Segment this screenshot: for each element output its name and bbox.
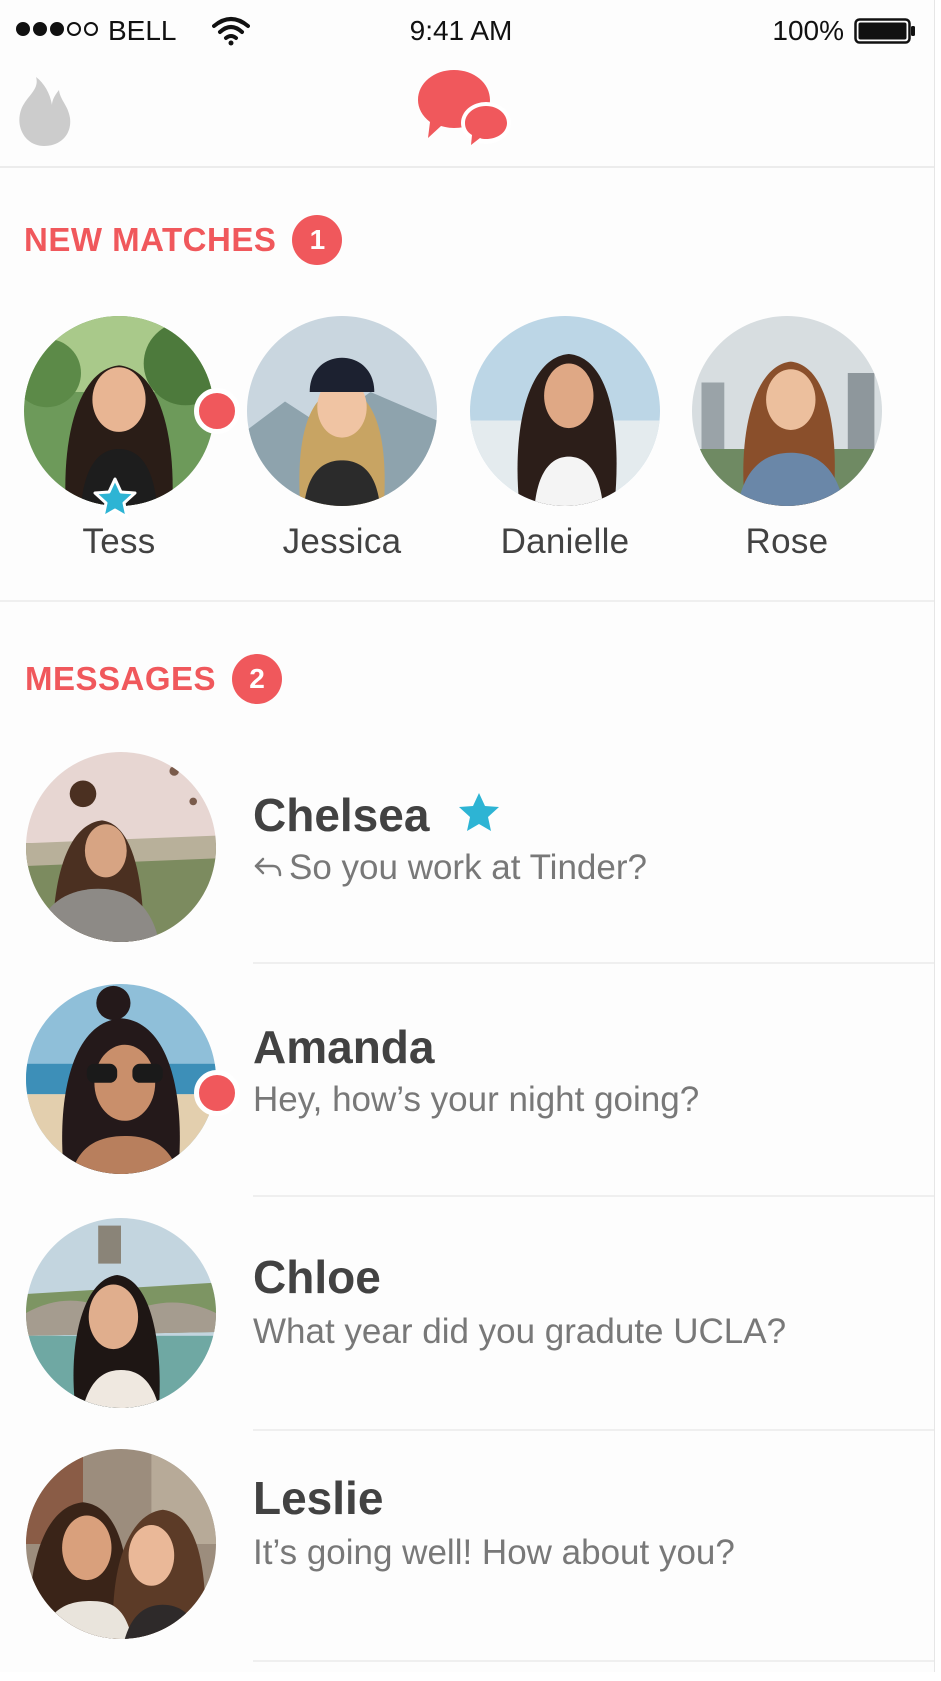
reply-arrow-icon bbox=[254, 857, 282, 877]
avatar[interactable] bbox=[26, 1218, 216, 1408]
wifi-icon bbox=[212, 17, 250, 46]
new-matches-heading: NEW MATCHES 1 bbox=[24, 215, 343, 265]
match-item[interactable]: Danielle bbox=[470, 316, 660, 562]
row-divider bbox=[253, 1660, 934, 1662]
messages-title: MESSAGES bbox=[25, 660, 217, 697]
match-name: Jessica bbox=[282, 522, 402, 561]
message-preview: So you work at Tinder? bbox=[253, 848, 647, 888]
message-sender-name: Amanda bbox=[253, 1021, 435, 1073]
match-name: Tess bbox=[82, 522, 156, 561]
avatar[interactable] bbox=[247, 316, 437, 506]
row-divider bbox=[253, 1195, 934, 1197]
section-divider bbox=[0, 600, 934, 602]
chat-icon[interactable] bbox=[416, 66, 514, 150]
new-matches-count-badge: 1 bbox=[292, 215, 343, 265]
unread-indicator bbox=[194, 388, 240, 434]
avatar[interactable] bbox=[26, 984, 216, 1174]
message-preview: It’s going well! How about you? bbox=[253, 1533, 735, 1572]
battery-icon bbox=[854, 18, 915, 44]
match-name: Rose bbox=[745, 522, 829, 561]
message-row[interactable]: Amanda Hey, how’s your night going? bbox=[0, 984, 934, 1216]
message-sender-name: Leslie bbox=[253, 1472, 384, 1524]
carrier-name: BELL bbox=[108, 15, 177, 46]
messages-count-badge: 2 bbox=[232, 654, 283, 704]
row-divider bbox=[253, 962, 934, 964]
flame-icon[interactable] bbox=[14, 74, 72, 148]
battery-percentage: 100% bbox=[772, 15, 844, 46]
match-item[interactable]: Rose bbox=[692, 316, 882, 562]
clock: 9:41 AM bbox=[409, 15, 513, 46]
match-item[interactable]: Jessica bbox=[247, 316, 437, 562]
row-divider bbox=[253, 1429, 934, 1431]
new-matches-title: NEW MATCHES bbox=[24, 221, 277, 258]
message-preview: Hey, how’s your night going? bbox=[253, 1080, 700, 1119]
messages-screen: BELL 9:41 AM 100% NEW MATCHES 1 Tess Jes… bbox=[0, 0, 935, 1672]
match-item[interactable]: Tess bbox=[24, 316, 240, 562]
avatar[interactable] bbox=[26, 752, 216, 942]
avatar[interactable] bbox=[470, 316, 660, 506]
unread-indicator bbox=[194, 1070, 240, 1116]
message-preview: What year did you gradute UCLA? bbox=[253, 1312, 787, 1351]
message-row[interactable]: Leslie It’s going well! How about you? bbox=[0, 1449, 934, 1681]
status-bar: BELL 9:41 AM 100% bbox=[0, 0, 934, 62]
message-preview-text: So you work at Tinder? bbox=[289, 848, 647, 887]
avatar[interactable] bbox=[26, 1449, 216, 1639]
message-sender-name: Chloe bbox=[253, 1251, 381, 1303]
super-like-star-icon bbox=[93, 477, 137, 519]
avatar[interactable] bbox=[692, 316, 882, 506]
message-sender-name: Chelsea bbox=[253, 789, 430, 841]
message-row[interactable]: Chelsea So you work at Tinder? bbox=[0, 752, 934, 984]
nav-bar bbox=[0, 62, 934, 168]
messages-heading: MESSAGES 2 bbox=[25, 654, 283, 704]
match-name: Danielle bbox=[500, 522, 630, 561]
message-row[interactable]: Chloe What year did you gradute UCLA? bbox=[0, 1218, 934, 1450]
super-like-star-icon bbox=[459, 793, 499, 831]
signal-strength-icon bbox=[16, 22, 98, 36]
